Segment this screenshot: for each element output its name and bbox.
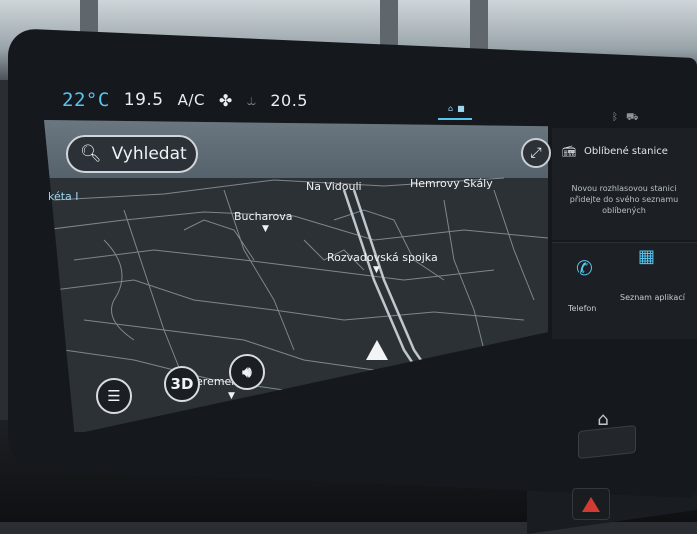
climate-bar: 22°C 19.5 A/C ✤ ⥿ 20.5 [62, 88, 308, 112]
outside-temperature: 19.5 [123, 90, 164, 110]
voice-guidance-button[interactable]: 🔊︎ [229, 354, 265, 390]
favorites-message: Novou rozhlasovou stanici přidejte do sv… [569, 184, 679, 215]
map-label-vidouli: Na Vidouli [306, 180, 362, 193]
bluetooth-icon: ᛒ [612, 112, 618, 123]
search-button[interactable]: 🔍︎ Vyhledat [66, 135, 198, 173]
vehicle-position-icon [366, 340, 388, 360]
hazard-button[interactable] [572, 488, 610, 520]
map-label-left-edge: kéta I [48, 190, 79, 203]
map-label-rozvadovska: Rozvadovská spojka [327, 251, 438, 264]
status-icons: ᛒ ⛟ [612, 112, 639, 125]
screen-tab-indicator[interactable]: ⌂ ■ [438, 104, 472, 120]
map-label-hemrovy: Hemrovy Skály [410, 177, 493, 190]
home-icon: ⌂ [597, 408, 609, 430]
speaker-icon: 🔊︎ [242, 363, 252, 381]
map-label-bucharova: Bucharova [234, 210, 293, 223]
home-tab-icon: ⌂ [448, 104, 454, 113]
fan-icon[interactable]: ✤ [219, 91, 233, 110]
split-tab-icon: ■ [457, 104, 465, 113]
view-mode-label: 3D [170, 375, 194, 393]
hamburger-icon: ☰ [107, 387, 121, 405]
apps-label[interactable]: Seznam aplikací [620, 293, 685, 302]
ac-button[interactable]: A/C [178, 91, 205, 109]
active-tab-underline [438, 118, 472, 120]
phone-icon[interactable]: ✆ [576, 256, 593, 280]
search-label: Vyhledat [111, 144, 187, 164]
driver-temperature[interactable]: 22°C [62, 89, 110, 111]
expand-icon: ⤢ [530, 145, 542, 161]
map-pin-icon: ▼ [373, 265, 380, 275]
app-grid-icon[interactable]: ▦ [638, 246, 655, 267]
phone-label[interactable]: Telefon [568, 304, 596, 313]
expand-map-button[interactable]: ⤢ [521, 138, 551, 168]
menu-button[interactable]: ☰ [96, 378, 132, 414]
view-mode-button[interactable]: 3D [164, 366, 200, 402]
favorites-header: 📻︎ Oblíbené stanice [562, 145, 668, 158]
seat-heat-icon[interactable]: ⥿ [247, 90, 257, 110]
hazard-icon [582, 496, 600, 512]
map-pin-icon: ▼ [262, 224, 269, 234]
favorites-title: Oblíbené stanice [583, 146, 668, 157]
passenger-temperature[interactable]: 20.5 [270, 91, 308, 110]
search-icon: 🔍︎ [80, 144, 102, 164]
radio-icon: 📻︎ [562, 145, 576, 158]
map-pin-icon: ▼ [228, 391, 235, 401]
car-icon: ⛟ [626, 112, 639, 123]
shortcuts-widget [552, 242, 697, 339]
